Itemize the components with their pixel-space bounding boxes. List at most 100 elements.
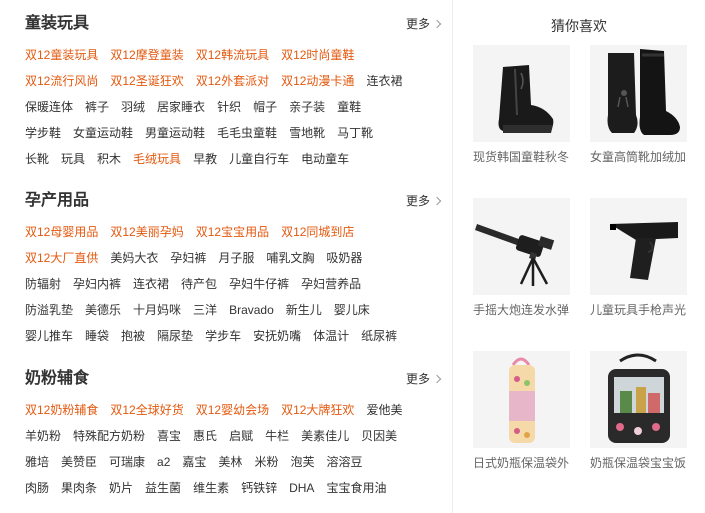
promo-keyword-link[interactable]: 双12奶粉辅食 [25, 403, 98, 417]
keyword-link[interactable]: 孕妇营养品 [301, 277, 361, 291]
keyword-link[interactable]: 学步鞋 [25, 126, 61, 140]
promo-keyword-link[interactable]: 双12母婴用品 [25, 225, 98, 239]
promo-keyword-link[interactable]: 双12同城到店 [281, 225, 354, 239]
keyword-link[interactable]: DHA [289, 481, 314, 495]
keyword-link[interactable]: 泡芙 [290, 455, 314, 469]
recommend-item[interactable]: 手摇大炮连发水弹 [473, 198, 573, 318]
keyword-link[interactable]: 十月妈咪 [133, 303, 181, 317]
promo-keyword-link[interactable]: 毛绒玩具 [133, 152, 181, 166]
promo-keyword-link[interactable]: 双12动漫卡通 [281, 74, 354, 88]
recommend-item-name[interactable]: 手摇大炮连发水弹 [473, 301, 573, 318]
keyword-link[interactable]: 三洋 [193, 303, 217, 317]
keyword-link[interactable]: 钙铁锌 [241, 481, 277, 495]
promo-keyword-link[interactable]: 双12宝宝用品 [196, 225, 269, 239]
keyword-link[interactable]: 安抚奶嘴 [253, 329, 301, 343]
keyword-link[interactable]: 嘉宝 [182, 455, 206, 469]
recommend-item[interactable]: 现货韩国童鞋秋冬 [473, 45, 573, 165]
keyword-link[interactable]: 连衣裙 [366, 74, 402, 88]
keyword-link[interactable]: 防辐射 [25, 277, 61, 291]
keyword-link[interactable]: 毛毛虫童鞋 [217, 126, 277, 140]
keyword-link[interactable]: 米粉 [254, 455, 278, 469]
promo-keyword-link[interactable]: 双12婴幼会场 [196, 403, 269, 417]
keyword-link[interactable]: 可瑞康 [109, 455, 145, 469]
keyword-link[interactable]: 肉肠 [25, 481, 49, 495]
keyword-link[interactable]: 玩具 [61, 152, 85, 166]
keyword-link[interactable]: 美德乐 [85, 303, 121, 317]
keyword-link[interactable]: 启赋 [229, 429, 253, 443]
keyword-link[interactable]: 孕妇牛仔裤 [229, 277, 289, 291]
promo-keyword-link[interactable]: 双12外套派对 [196, 74, 269, 88]
keyword-link[interactable]: 电动童车 [301, 152, 349, 166]
cooler-bag-image[interactable] [590, 351, 687, 448]
keyword-link[interactable]: 婴儿床 [334, 303, 370, 317]
more-link[interactable]: 更多 [406, 372, 442, 386]
keyword-link[interactable]: 童鞋 [337, 100, 361, 114]
keyword-link[interactable]: Bravado [229, 303, 274, 317]
keyword-link[interactable]: 美林 [218, 455, 242, 469]
keyword-link[interactable]: 早教 [193, 152, 217, 166]
keyword-link[interactable]: 婴儿推车 [25, 329, 73, 343]
recommend-item-name[interactable]: 现货韩国童鞋秋冬 [473, 148, 573, 165]
toy-cannon-image[interactable] [473, 198, 570, 295]
keyword-link[interactable]: 溶溶豆 [326, 455, 362, 469]
promo-keyword-link[interactable]: 双12圣诞狂欢 [110, 74, 183, 88]
ankle-boot-image[interactable] [473, 45, 570, 142]
more-link[interactable]: 更多 [406, 17, 442, 31]
keyword-link[interactable]: 贝因美 [361, 429, 397, 443]
keyword-link[interactable]: 益生菌 [145, 481, 181, 495]
keyword-link[interactable]: 长靴 [25, 152, 49, 166]
keyword-link[interactable]: a2 [157, 455, 170, 469]
keyword-link[interactable]: 男童运动鞋 [145, 126, 205, 140]
keyword-link[interactable]: 连衣裙 [133, 277, 169, 291]
keyword-link[interactable]: 特殊配方奶粉 [73, 429, 145, 443]
promo-keyword-link[interactable]: 双12美丽孕妈 [110, 225, 183, 239]
keyword-link[interactable]: 亲子装 [289, 100, 325, 114]
keyword-link[interactable]: 宝宝食用油 [326, 481, 386, 495]
recommend-item-name[interactable]: 女童高筒靴加绒加 [590, 148, 690, 165]
keyword-link[interactable]: 体温计 [313, 329, 349, 343]
keyword-link[interactable]: 抱被 [121, 329, 145, 343]
tall-boot-image[interactable] [590, 45, 687, 142]
keyword-link[interactable]: 防溢乳垫 [25, 303, 73, 317]
keyword-link[interactable]: 居家睡衣 [157, 100, 205, 114]
keyword-link[interactable]: 羊奶粉 [25, 429, 61, 443]
keyword-link[interactable]: 雪地靴 [289, 126, 325, 140]
keyword-link[interactable]: 美妈大衣 [110, 251, 158, 265]
recommend-item-name[interactable]: 日式奶瓶保温袋外 [473, 454, 573, 471]
recommend-item[interactable]: 儿童玩具手枪声光 [590, 198, 690, 318]
keyword-link[interactable]: 月子服 [218, 251, 254, 265]
promo-keyword-link[interactable]: 双12时尚童鞋 [281, 48, 354, 62]
keyword-link[interactable]: 牛栏 [265, 429, 289, 443]
keyword-link[interactable]: 惠氏 [193, 429, 217, 443]
keyword-link[interactable]: 儿童自行车 [229, 152, 289, 166]
keyword-link[interactable]: 美素佳儿 [301, 429, 349, 443]
keyword-link[interactable]: 睡袋 [85, 329, 109, 343]
promo-keyword-link[interactable]: 双12童装玩具 [25, 48, 98, 62]
keyword-link[interactable]: 吸奶器 [326, 251, 362, 265]
keyword-link[interactable]: 维生素 [193, 481, 229, 495]
keyword-link[interactable]: 喜宝 [157, 429, 181, 443]
keyword-link[interactable]: 羽绒 [121, 100, 145, 114]
keyword-link[interactable]: 马丁靴 [337, 126, 373, 140]
keyword-link[interactable]: 保暖连体 [25, 100, 73, 114]
recommend-item[interactable]: 日式奶瓶保温袋外 [473, 351, 573, 471]
keyword-link[interactable]: 奶片 [109, 481, 133, 495]
keyword-link[interactable]: 裤子 [85, 100, 109, 114]
keyword-link[interactable]: 女童运动鞋 [73, 126, 133, 140]
promo-keyword-link[interactable]: 双12大牌狂欢 [281, 403, 354, 417]
promo-keyword-link[interactable]: 双12全球好货 [110, 403, 183, 417]
keyword-link[interactable]: 帽子 [253, 100, 277, 114]
recommend-item[interactable]: 女童高筒靴加绒加 [590, 45, 690, 165]
keyword-link[interactable]: 孕妇裤 [170, 251, 206, 265]
keyword-link[interactable]: 美赞臣 [61, 455, 97, 469]
promo-keyword-link[interactable]: 双12摩登童装 [110, 48, 183, 62]
recommend-item[interactable]: 奶瓶保温袋宝宝饭 [590, 351, 690, 471]
keyword-link[interactable]: 爱他美 [366, 403, 402, 417]
keyword-link[interactable]: 孕妇内裤 [73, 277, 121, 291]
keyword-link[interactable]: 针织 [217, 100, 241, 114]
keyword-link[interactable]: 新生儿 [286, 303, 322, 317]
promo-keyword-link[interactable]: 双12流行风尚 [25, 74, 98, 88]
keyword-link[interactable]: 雅培 [25, 455, 49, 469]
recommend-item-name[interactable]: 儿童玩具手枪声光 [590, 301, 690, 318]
keyword-link[interactable]: 哺乳文胸 [266, 251, 314, 265]
